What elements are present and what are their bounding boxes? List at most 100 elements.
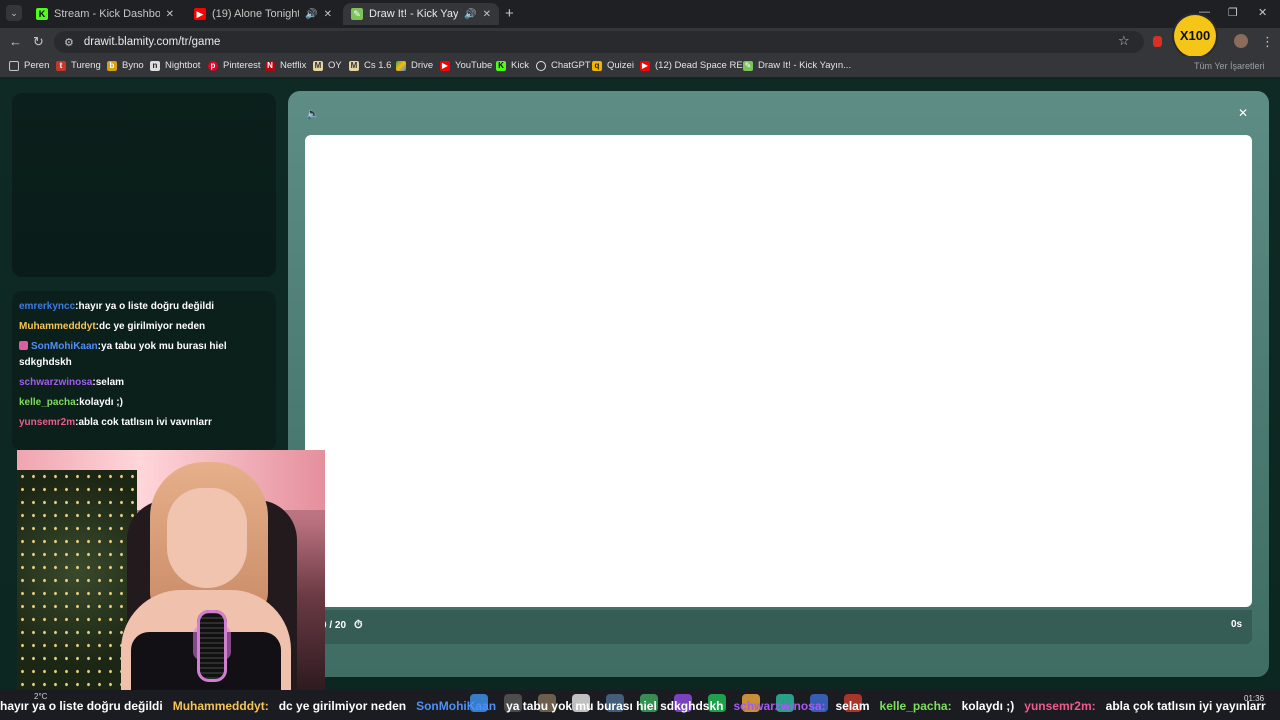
ticker-text: dc ye girilmiyor neden	[278, 699, 407, 713]
timer-icon: ⏱	[354, 619, 363, 631]
window-close-icon[interactable]: ✕	[1258, 6, 1267, 19]
game-modal: 🔈 ✕ 0 / 20 ⏱ 0s	[288, 91, 1269, 677]
tab-youtube-jazz[interactable]: ▶ (19) Alone Tonight — Jazz I 🔊 ✕	[186, 3, 340, 25]
chat-panel: emrerkyncc:hayır ya o liste doğru değild…	[12, 291, 276, 451]
bookmark-quizei[interactable]: q Quizei	[592, 60, 634, 71]
tab-search-chevron-icon[interactable]: ⌄	[6, 5, 22, 21]
system-clock[interactable]: 01:36	[1244, 693, 1264, 704]
byno-icon: b	[107, 60, 117, 71]
menu-kebab-icon[interactable]: ⋮	[1261, 34, 1274, 50]
chat-username: schwarzwinosa	[19, 377, 93, 388]
ticker-text: kolaydı ;)	[961, 699, 1015, 713]
drawing-canvas[interactable]	[305, 135, 1252, 607]
url-text: drawit.blamity.com/tr/game	[83, 36, 221, 48]
chat-username: emrerkyncc	[19, 301, 76, 312]
chat-username: SonMohiKaan	[31, 341, 98, 352]
game-status-bar	[288, 610, 1252, 644]
speaker-icon[interactable]: 🔊	[464, 9, 476, 20]
seconds-remaining: 0s	[1231, 619, 1243, 630]
bookmark-cs16[interactable]: M Cs 1.6	[349, 60, 391, 71]
kick-icon: K	[496, 60, 506, 71]
m-icon: M	[313, 60, 323, 71]
chat-message: kelle_pacha:kolaydı ;)	[19, 397, 123, 408]
youtube-icon: ▶	[194, 8, 206, 20]
ticker-username: Muhammedddyt:	[172, 699, 269, 713]
all-bookmarks-folder[interactable]: Tüm Yer İşaretleri	[1194, 61, 1265, 71]
extension-icon[interactable]	[1153, 36, 1162, 47]
ticker-username: kelle_pacha:	[879, 699, 952, 713]
drive-icon	[396, 60, 406, 71]
bookmark-netflix[interactable]: N Netflix	[265, 60, 306, 71]
quizei-icon: q	[592, 60, 602, 71]
streamer-face	[167, 488, 247, 588]
bookmark-draw-it[interactable]: ✎ Draw It! - Kick Yayın...	[743, 60, 851, 71]
maximize-icon[interactable]: ❐	[1228, 6, 1238, 19]
ticker-text: ya tabu yok mu burası hiel sdkghdskh	[506, 699, 724, 713]
webcam-overlay	[17, 450, 325, 693]
tab-title: Draw It! - Kick Yayınları İçin	[369, 8, 459, 20]
chat-username: yunsemr2m	[19, 417, 76, 428]
bookmark-youtube[interactable]: ▶ YouTube	[440, 60, 492, 71]
bookmark-drive[interactable]: Drive	[396, 60, 433, 71]
reload-icon[interactable]: ↻	[33, 34, 44, 50]
m-icon: M	[349, 60, 359, 71]
bookmark-chatgpt[interactable]: ChatGPT	[536, 60, 591, 71]
tab-title: Stream - Kick Dashboard	[54, 8, 160, 20]
subscriber-badge-icon	[19, 341, 28, 350]
tree-lights	[17, 470, 137, 693]
chat-ticker: hayır ya o liste doğru değildi Muhammedd…	[0, 694, 1280, 718]
x100-extension-badge[interactable]: X100	[1174, 15, 1216, 57]
bookmark-oy[interactable]: M OY	[313, 60, 342, 71]
bookmark-star-icon[interactable]: ☆	[1118, 33, 1130, 49]
youtube-icon: ▶	[640, 60, 650, 71]
chat-message: Muhammedddyt:dc ye girilmiyor neden	[19, 321, 206, 332]
tab-close-icon[interactable]: ✕	[483, 9, 491, 20]
ticker-username: SonMohiKaan	[416, 699, 497, 713]
chat-username: Muhammedddyt	[19, 321, 96, 332]
drawit-icon: ✎	[743, 60, 753, 71]
tab-strip: ⌄ K Stream - Kick Dashboard ✕ ▶ (19) Alo…	[0, 0, 1280, 28]
pinterest-icon: p	[208, 60, 218, 71]
modal-close-icon[interactable]: ✕	[1238, 106, 1248, 120]
tab-title: (19) Alone Tonight — Jazz I	[212, 8, 300, 20]
round-progress: 0 / 20 ⏱	[321, 619, 363, 632]
tab-kick-dashboard[interactable]: K Stream - Kick Dashboard ✕	[28, 3, 182, 25]
new-tab-plus-icon[interactable]: +	[505, 5, 514, 22]
back-arrow-icon[interactable]: ←	[9, 34, 22, 49]
site-info-icon[interactable]: ⚙	[64, 36, 74, 49]
kick-icon: K	[36, 8, 48, 20]
bookmark-pinterest[interactable]: p Pinterest	[208, 60, 261, 71]
address-bar[interactable]: ⚙ drawit.blamity.com/tr/game	[54, 31, 1144, 53]
ticker-text: hayır ya o liste doğru değildi	[0, 699, 163, 713]
tab-draw-it[interactable]: ✎ Draw It! - Kick Yayınları İçin 🔊 ✕	[343, 3, 499, 25]
ticker-username: schwarzwinosa:	[733, 699, 826, 713]
ticker-text: selam	[835, 699, 870, 713]
sound-toggle-icon[interactable]: 🔈	[306, 107, 320, 120]
bookmark-peren[interactable]: Peren	[9, 60, 49, 71]
chat-message: schwarzwinosa:selam	[19, 377, 125, 388]
navigation-bar: ← ↻ ⚙ drawit.blamity.com/tr/game	[0, 28, 1280, 56]
netflix-icon: N	[265, 60, 275, 71]
bookmarks-bar: Peren t Tureng b Byno n Nightbot p Pinterest…	[0, 56, 1280, 78]
chat-text: selam	[95, 377, 125, 388]
chat-message: emrerkyncc:hayır ya o liste doğru değild…	[19, 301, 215, 312]
side-panel-top	[12, 93, 276, 277]
bookmark-byno[interactable]: b Byno	[107, 60, 144, 71]
chat-message: yunsemr2m:abla cok tatlısın ivi vavınlar…	[19, 417, 212, 428]
drawit-icon: ✎	[351, 8, 363, 20]
chat-text: kolaydı ;)	[79, 397, 123, 408]
nightbot-icon: n	[150, 60, 160, 71]
tab-close-icon[interactable]: ✕	[166, 9, 174, 20]
speaker-icon[interactable]: 🔊	[305, 9, 317, 20]
tab-close-icon[interactable]: ✕	[324, 9, 332, 20]
bookmark-tureng[interactable]: t Tureng	[56, 60, 101, 71]
chat-text: abla cok tatlısın ivi vavınlarr	[78, 417, 212, 428]
chat-username: kelle_pacha	[19, 397, 76, 408]
bookmark-dead-space[interactable]: ▶ (12) Dead Space RE...	[640, 60, 751, 71]
tureng-icon: t	[56, 60, 66, 71]
profile-avatar[interactable]	[1234, 34, 1248, 48]
chat-message: SonMohiKaan:ya tabu yok mu burası hiel s…	[19, 341, 227, 368]
bookmark-kick[interactable]: K Kick	[496, 60, 529, 71]
bookmark-nightbot[interactable]: n Nightbot	[150, 60, 200, 71]
folder-icon	[9, 60, 19, 71]
